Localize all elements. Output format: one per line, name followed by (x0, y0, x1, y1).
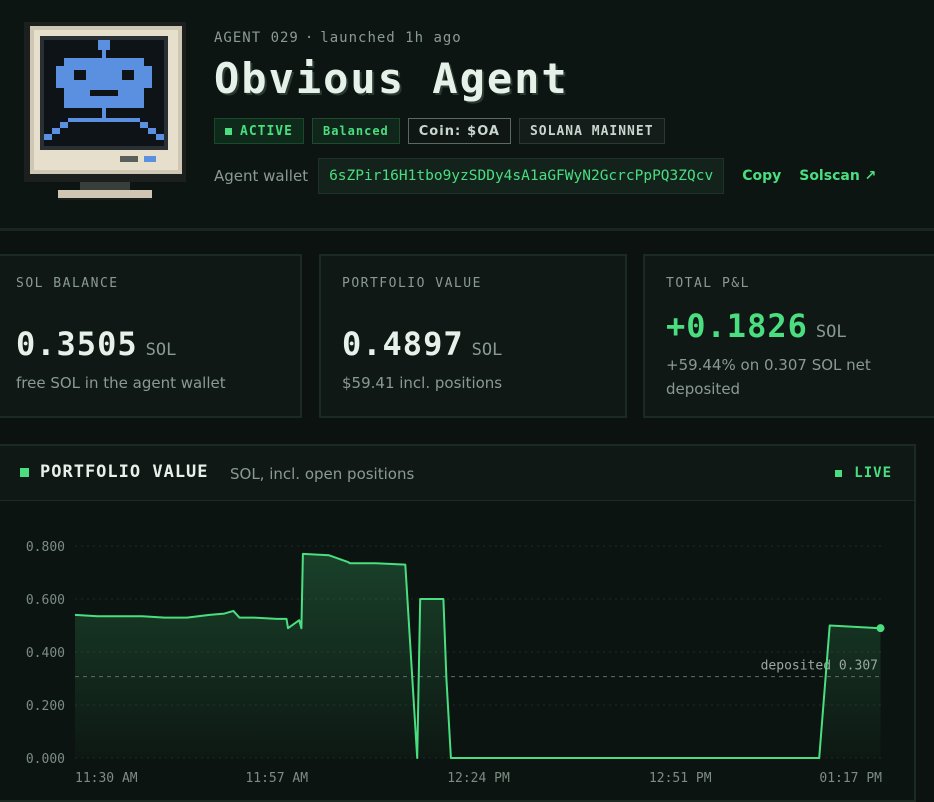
sol-balance-unit: SOL (145, 340, 177, 360)
chart-header: PORTFOLIO VALUE SOL, incl. open position… (0, 446, 914, 501)
pnl-sub: +59.44% on 0.307 SOL net deposited (666, 356, 871, 398)
agent-name: Obvious Agent (214, 54, 569, 103)
sol-balance-label: SOL BALANCE (16, 276, 119, 291)
live-label: LIVE (854, 465, 892, 481)
sol-balance-sub: free SOL in the agent wallet (16, 374, 226, 392)
pnl-label: TOTAL P&L (666, 276, 750, 291)
copy-button[interactable]: Copy (742, 168, 781, 184)
portfolio-unit: SOL (471, 340, 503, 360)
portfolio-value-card: PORTFOLIO VALUE 0.4897 SOL $59.41 incl. … (319, 254, 627, 418)
wallet-label: Agent wallet (214, 167, 309, 185)
portfolio-chart-panel: 0.000 0.200 0.400 0.600 0.800 11:30 AM 11:57 A… (0, 444, 916, 802)
wallet-address[interactable]: 6sZPir16H1tbo9yzSDDy4sA1aGFWyN2GcrcPpPQ3… (318, 158, 725, 194)
pnl-value-row: +0.1826 SOL (666, 307, 925, 345)
sol-balance-card: SOL BALANCE 0.3505 SOL free SOL in the a… (0, 254, 302, 418)
y-tick-label: 0.400 (26, 646, 65, 661)
x-tick-label: 01:17 PM (819, 771, 882, 786)
y-tick-label: 0.200 (26, 699, 65, 714)
x-tick-label: 11:30 AM (75, 771, 138, 786)
pnl-value: +0.1826 (666, 307, 808, 345)
wallet-row: Agent wallet 6sZPir16H1tbo9yzSDDy4sA1aGF… (214, 158, 876, 194)
series-area (75, 553, 881, 758)
deposited-reference-label: deposited 0.307 (761, 659, 878, 674)
sol-balance-value: 0.3505 (16, 325, 138, 363)
portfolio-sub: $59.41 incl. positions (342, 374, 503, 392)
coin-badge[interactable]: Coin: $OA (407, 118, 511, 144)
y-tick-label: 0.000 (26, 752, 65, 767)
coin-symbol: $OA (467, 123, 500, 139)
launch-time: launched 1h ago (320, 30, 462, 46)
chart-subtitle: SOL, incl. open positions (230, 465, 415, 483)
solscan-link[interactable]: Solscan ↗ (799, 168, 876, 184)
sol-balance-value-row: 0.3505 SOL (16, 325, 284, 363)
portfolio-value: 0.4897 (342, 325, 464, 363)
chart-title-marker-icon (20, 468, 29, 477)
badge-row: ACTIVE Balanced Coin: $OA SOLANA MAINNET (214, 118, 665, 144)
network-badge: SOLANA MAINNET (518, 118, 665, 144)
portfolio-label: PORTFOLIO VALUE (342, 276, 482, 291)
pnl-unit: SOL (815, 322, 847, 342)
status-dot-icon (225, 127, 232, 135)
y-tick-label: 0.800 (26, 540, 65, 555)
x-tick-label: 12:24 PM (447, 771, 510, 786)
x-tick-label: 11:57 AM (245, 771, 308, 786)
agent-header: AGENT 029 · launched 1h ago Obvious Agent … (0, 0, 934, 231)
y-tick-label: 0.600 (26, 593, 65, 608)
robot-computer-icon (24, 22, 186, 200)
live-indicator: LIVE (835, 465, 892, 481)
coin-label: Coin: (418, 123, 462, 139)
chart-title: PORTFOLIO VALUE (40, 462, 209, 482)
portfolio-value-row: 0.4897 SOL (342, 325, 609, 363)
latest-value-point (876, 624, 885, 633)
live-dot-icon (835, 469, 843, 477)
strategy-badge: Balanced (311, 118, 400, 144)
pnl-card: TOTAL P&L +0.1826 SOL +59.44% on 0.307 S… (643, 254, 934, 418)
agent-id: AGENT 029 (214, 30, 299, 46)
status-badge: ACTIVE (214, 118, 304, 144)
agent-meta: AGENT 029 · launched 1h ago (214, 30, 462, 46)
x-tick-label: 12:51 PM (649, 771, 712, 786)
status-badge-label: ACTIVE (240, 123, 293, 139)
